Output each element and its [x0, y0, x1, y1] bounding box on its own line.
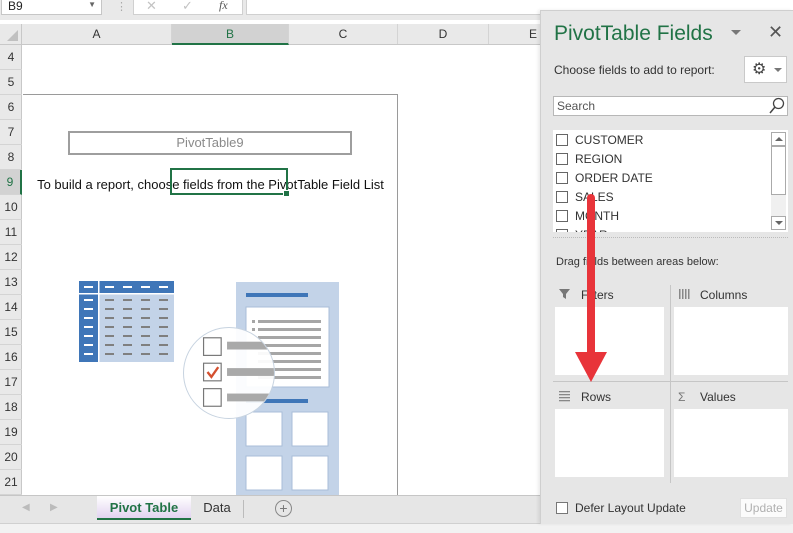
chevron-down-icon[interactable]: ▼: [88, 0, 96, 9]
columns-icon: [679, 289, 690, 299]
name-box-value: B9: [8, 0, 23, 13]
row-header[interactable]: 11: [0, 220, 22, 245]
row-header-bar: 4 5 6 7 8 9 10 11 12 13 14 15 16 17 18 1…: [0, 45, 22, 495]
selected-cell-b9[interactable]: [170, 168, 290, 197]
worksheet-grid[interactable]: PivotTable9 To build a report, choose fi…: [23, 45, 543, 495]
status-bar: [0, 523, 793, 533]
choose-fields-label: Choose fields to add to report:: [554, 63, 715, 77]
area-divider-horizontal: [553, 381, 788, 382]
sigma-icon: Σ: [678, 390, 686, 404]
pivot-table-fields-pane: PivotTable Fields ✕ Choose fields to add…: [540, 10, 793, 524]
sheet-tab-data[interactable]: Data: [195, 496, 239, 520]
row-header[interactable]: 16: [0, 345, 22, 370]
row-header[interactable]: 5: [0, 70, 22, 95]
add-sheet-button[interactable]: +: [275, 500, 292, 517]
magnifier-checkbox-illustration-icon: [183, 327, 275, 419]
column-header-c[interactable]: C: [289, 24, 398, 44]
row-header[interactable]: 17: [0, 370, 22, 395]
row-header[interactable]: 14: [0, 295, 22, 320]
column-header-d[interactable]: D: [398, 24, 489, 44]
filters-drop-area[interactable]: [555, 307, 664, 375]
scrollbar-thumb[interactable]: [771, 146, 786, 195]
row-header[interactable]: 20: [0, 445, 22, 470]
columns-drop-area[interactable]: [674, 307, 788, 375]
field-checkbox[interactable]: [556, 229, 568, 232]
scroll-tabs-right-icon[interactable]: ▶: [50, 502, 58, 513]
pivot-table-name: PivotTable9: [68, 131, 352, 155]
row-header[interactable]: 21: [0, 470, 22, 495]
insert-function-icon[interactable]: fx: [219, 0, 228, 13]
row-header[interactable]: 18: [0, 395, 22, 420]
field-search-input[interactable]: Search: [553, 96, 788, 116]
enter-icon[interactable]: ✓: [182, 0, 193, 14]
drag-fields-label: Drag fields between areas below:: [556, 256, 719, 268]
cancel-icon[interactable]: ✕: [146, 0, 157, 14]
field-list: CUSTOMER REGION ORDER DATE SALES MONTH Y…: [553, 130, 788, 232]
field-checkbox[interactable]: [556, 153, 568, 165]
rows-drop-area[interactable]: [555, 409, 664, 477]
scroll-tabs-left-icon[interactable]: ◀: [22, 502, 30, 513]
name-box[interactable]: B9 ▼: [1, 0, 102, 15]
formula-bar-grip-icon: ⋮: [116, 1, 127, 13]
row-header[interactable]: 13: [0, 270, 22, 295]
row-header[interactable]: 8: [0, 145, 22, 170]
filter-icon: [559, 289, 570, 299]
row-header[interactable]: 10: [0, 195, 22, 220]
field-checkbox[interactable]: [556, 134, 568, 146]
sheet-tabs-bar: ◀ ▶ Pivot Table Data +: [0, 495, 540, 523]
column-header-a[interactable]: A: [22, 24, 172, 44]
rows-icon: [559, 391, 570, 402]
row-header[interactable]: 19: [0, 420, 22, 445]
update-button[interactable]: Update: [740, 498, 787, 518]
field-checkbox[interactable]: [556, 191, 568, 203]
search-icon[interactable]: [769, 97, 785, 114]
formula-buttons: ✕ ✓ fx: [133, 0, 243, 15]
row-header[interactable]: 6: [0, 95, 22, 120]
field-list-scrollbar[interactable]: [771, 132, 786, 230]
column-header-b[interactable]: B: [172, 24, 289, 45]
plus-icon: +: [279, 500, 288, 516]
search-placeholder: Search: [557, 99, 596, 113]
pivot-grid-illustration-icon: [79, 281, 174, 362]
gear-icon: ⚙: [752, 61, 767, 78]
tab-divider: [243, 500, 244, 518]
chevron-down-icon: [774, 68, 782, 72]
row-header[interactable]: 15: [0, 320, 22, 345]
pane-title: PivotTable Fields: [554, 22, 713, 45]
row-header[interactable]: 7: [0, 120, 22, 145]
field-checkbox[interactable]: [556, 172, 568, 184]
pane-options-chevron-icon[interactable]: [731, 30, 741, 35]
row-header[interactable]: 4: [0, 45, 22, 70]
row-header[interactable]: 12: [0, 245, 22, 270]
divider: [553, 237, 788, 238]
scroll-up-icon[interactable]: [771, 132, 786, 146]
select-all-button[interactable]: [0, 24, 22, 44]
tools-button[interactable]: ⚙: [744, 56, 787, 83]
defer-layout-checkbox[interactable]: [556, 502, 568, 514]
close-icon[interactable]: ✕: [768, 22, 783, 43]
field-checkbox[interactable]: [556, 210, 568, 222]
row-header-selected[interactable]: 9: [0, 170, 22, 195]
sheet-tab-pivot-table[interactable]: Pivot Table: [97, 496, 191, 520]
area-divider-vertical: [670, 285, 671, 483]
scroll-down-icon[interactable]: [771, 216, 786, 230]
values-drop-area[interactable]: [674, 409, 788, 477]
